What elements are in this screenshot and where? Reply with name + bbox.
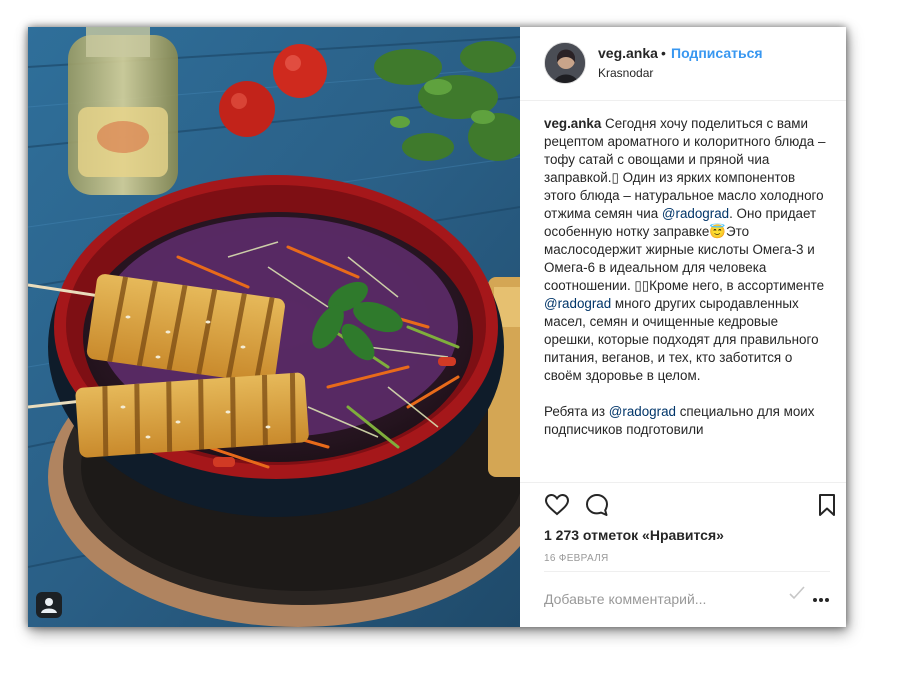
food-photo <box>28 27 520 627</box>
header-username[interactable]: veg.anka <box>598 45 658 61</box>
comment-bar <box>544 571 830 627</box>
instagram-post-window: veg.anka • Подписаться Krasnodar veg.ank… <box>28 27 846 627</box>
avatar[interactable] <box>544 42 586 84</box>
mention-link[interactable]: @radograd <box>662 206 729 221</box>
caption-paragraph-2: Ребята из @radograd специально для моих … <box>544 403 830 439</box>
caption-paragraph-1: veg.anka Сегодня хочу поделиться с вами … <box>544 115 830 385</box>
header-separator: • <box>661 45 666 61</box>
person-icon[interactable] <box>36 592 62 618</box>
comment-input[interactable] <box>544 588 774 610</box>
spellcheck-icon <box>788 584 806 602</box>
post-header: veg.anka • Подписаться Krasnodar <box>520 27 846 101</box>
caption-scroll-area[interactable]: veg.anka Сегодня хочу поделиться с вами … <box>544 115 830 480</box>
ellipsis-icon[interactable] <box>812 592 830 602</box>
post-date[interactable]: 16 ФЕВРАЛЯ <box>544 553 609 564</box>
caption-username[interactable]: veg.anka <box>544 116 601 131</box>
heart-outline-icon[interactable] <box>544 492 570 518</box>
speech-bubble-icon[interactable] <box>584 492 610 518</box>
follow-button[interactable]: Подписаться <box>671 45 763 61</box>
mention-link[interactable]: @radograd <box>609 404 676 419</box>
post-side-panel: veg.anka • Подписаться Krasnodar veg.ank… <box>520 27 846 627</box>
likes-count[interactable]: 1 273 отметок «Нравится» <box>544 527 724 543</box>
mention-link[interactable]: @radograd <box>544 296 611 311</box>
caption-text-4: Ребята из <box>544 404 609 419</box>
bookmark-icon[interactable] <box>814 492 840 518</box>
location-link[interactable]: Krasnodar <box>598 66 653 80</box>
post-photo[interactable] <box>28 27 520 627</box>
action-bar <box>520 482 846 522</box>
